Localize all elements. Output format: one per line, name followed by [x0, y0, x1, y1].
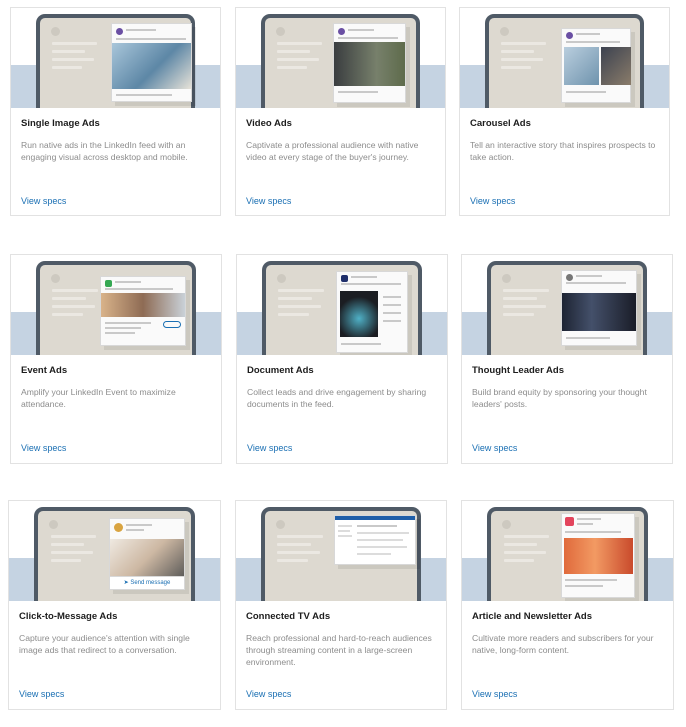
connected-tv-ad-illustration [236, 501, 446, 601]
card-title: Click-to-Message Ads [19, 611, 118, 622]
card-description: Run native ads in the LinkedIn feed with… [21, 140, 188, 162]
ad-video-frame [334, 42, 405, 86]
view-specs-link[interactable]: View specs [19, 689, 64, 699]
view-specs-link[interactable]: View specs [470, 196, 515, 206]
campaign-manager-window [334, 515, 416, 565]
article-newsletter-ad-illustration [462, 501, 673, 601]
card-title: Video Ads [246, 118, 292, 129]
card-description: Tell an interactive story that inspires … [470, 140, 656, 162]
carousel-card-2 [601, 47, 631, 85]
card-carousel-ads: Carousel Ads Tell an interactive story t… [459, 7, 670, 216]
feed-post-mockup [111, 23, 192, 102]
card-title: Event Ads [21, 365, 68, 376]
ad-image [110, 539, 184, 578]
card-title: Carousel Ads [470, 118, 531, 129]
feed-post-mockup [333, 23, 406, 103]
send-message-button[interactable]: ➤ Send message [110, 576, 184, 589]
view-specs-link[interactable]: View specs [247, 443, 292, 453]
video-ad-illustration [236, 8, 445, 108]
card-click-to-message-ads: ➤ Send message Click-to-Message Ads Capt… [8, 500, 221, 710]
speaker-photo [562, 293, 636, 331]
paper-plane-icon: ➤ [123, 580, 129, 586]
feed-post-mockup [561, 513, 635, 598]
card-video-ads: Video Ads Captivate a professional audie… [235, 7, 446, 216]
view-specs-link[interactable]: View specs [246, 689, 291, 699]
view-specs-link[interactable]: View specs [472, 443, 517, 453]
card-connected-tv-ads: Connected TV Ads Reach professional and … [235, 500, 447, 710]
card-thought-leader-ads: Thought Leader Ads Build brand equity by… [461, 254, 673, 464]
click-to-message-ad-illustration: ➤ Send message [9, 501, 220, 601]
card-title: Document Ads [247, 365, 314, 376]
card-title: Connected TV Ads [246, 611, 331, 622]
card-document-ads: Document Ads Collect leads and drive eng… [236, 254, 448, 464]
card-description: Captivate a professional audience with n… [246, 140, 419, 162]
card-description: Build brand equity by sponsoring your th… [472, 387, 647, 409]
feed-post-mockup: ➤ Send message [109, 518, 185, 590]
feed-post-mockup [561, 270, 637, 346]
view-specs-link[interactable]: View specs [21, 196, 66, 206]
card-title: Thought Leader Ads [472, 365, 565, 376]
feed-post-mockup [100, 276, 186, 346]
card-event-ads: Event Ads Amplify your LinkedIn Event to… [10, 254, 222, 464]
card-description: Capture your audience's attention with s… [19, 633, 190, 655]
card-title: Single Image Ads [21, 118, 100, 129]
ad-image [112, 43, 191, 89]
card-title: Article and Newsletter Ads [472, 611, 593, 622]
thought-leader-ad-illustration [462, 255, 672, 355]
document-ad-illustration [237, 255, 447, 355]
carousel-ad-illustration [460, 8, 669, 108]
card-description: Cultivate more readers and subscribers f… [472, 633, 654, 655]
document-preview [340, 291, 378, 337]
feed-post-mockup [336, 271, 408, 353]
card-single-image-ads: Single Image Ads Run native ads in the L… [10, 7, 221, 216]
view-specs-link[interactable]: View specs [246, 196, 291, 206]
article-cover-image [564, 538, 633, 574]
carousel-card-1 [564, 47, 599, 85]
card-article-newsletter-ads: Article and Newsletter Ads Cultivate mor… [461, 500, 674, 710]
view-specs-link[interactable]: View specs [472, 689, 517, 699]
card-description: Reach professional and hard-to-reach aud… [246, 633, 432, 667]
view-specs-link[interactable]: View specs [21, 443, 66, 453]
card-description: Collect leads and drive engagement by sh… [247, 387, 427, 409]
event-ad-illustration [11, 255, 221, 355]
single-image-ad-illustration [11, 8, 220, 108]
event-image [101, 293, 185, 317]
feed-post-mockup [561, 28, 631, 103]
card-description: Amplify your LinkedIn Event to maximize … [21, 387, 176, 409]
